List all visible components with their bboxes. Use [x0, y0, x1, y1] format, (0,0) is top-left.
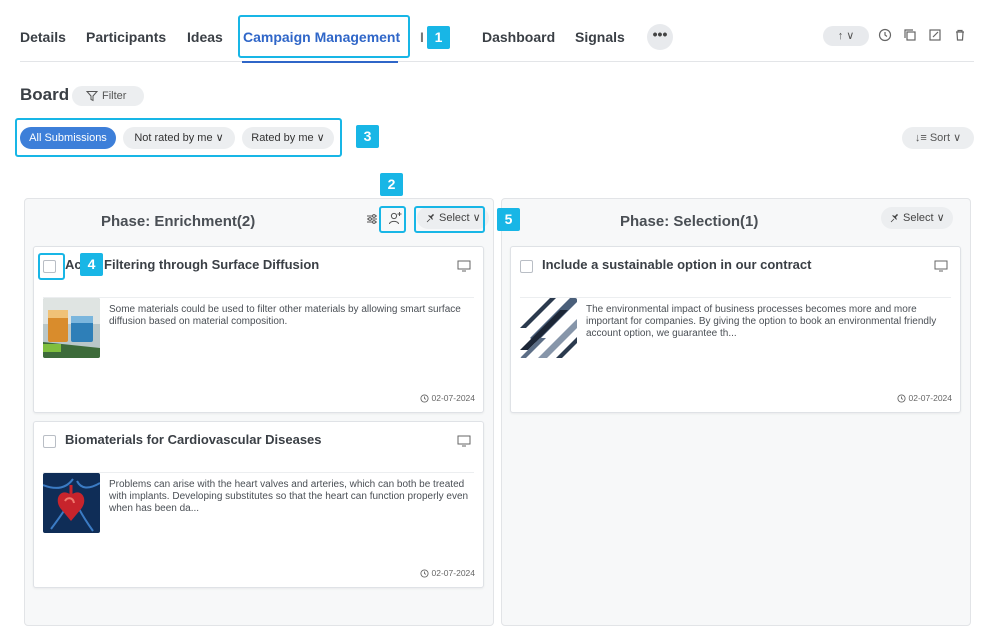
lab-flasks-image	[43, 298, 100, 358]
pin-icon	[890, 213, 899, 223]
card-divider	[43, 297, 474, 298]
annotation-badge-2: 2	[380, 173, 403, 196]
card-date-text: 02-07-2024	[431, 568, 475, 578]
clock-icon	[419, 394, 429, 403]
card-title[interactable]: Biomaterials for Cardiovascular Diseases	[65, 432, 322, 447]
highlight-box-4	[38, 253, 65, 280]
export-button[interactable]: ↑ ∨	[823, 26, 869, 46]
filter-label: Filter	[102, 90, 127, 102]
sort-button[interactable]: ↓≡ Sort ∨	[902, 127, 974, 149]
annotation-badge-4: 4	[80, 253, 103, 276]
column-title: Phase: Enrichment(2)	[101, 213, 256, 230]
highlight-box-1	[238, 15, 410, 58]
heart-image	[43, 473, 100, 533]
card-checkbox[interactable]	[43, 435, 56, 448]
card-title[interactable]: Include a sustainable option in our cont…	[542, 257, 811, 272]
select-button-selection[interactable]: Select ∨	[881, 207, 953, 229]
card-title[interactable]: Ac ed Filtering through Surface Diffusio…	[65, 257, 319, 272]
card-description: The environmental impact of business pro…	[586, 304, 937, 339]
column-title: Phase: Selection(1)	[620, 213, 759, 230]
top-tab-bar: Details Participants Ideas Campaign Mana…	[20, 18, 974, 63]
submission-card[interactable]: Include a sustainable option in our cont…	[510, 246, 961, 413]
presentation-icon[interactable]	[457, 435, 471, 447]
clock-icon	[419, 569, 429, 578]
card-date: 02-07-2024	[419, 393, 475, 403]
card-date: 02-07-2024	[896, 393, 952, 403]
card-divider	[43, 472, 474, 473]
card-date-text: 02-07-2024	[431, 393, 475, 403]
card-date-text: 02-07-2024	[908, 393, 952, 403]
edit-icon[interactable]	[927, 27, 943, 43]
filter-icon	[86, 91, 98, 102]
tab-signals[interactable]: Signals	[575, 29, 625, 45]
card-description: Problems can arise with the heart valves…	[109, 479, 469, 514]
tab-details[interactable]: Details	[20, 29, 66, 45]
card-date: 02-07-2024	[419, 568, 475, 578]
card-description: Some materials could be used to filter o…	[109, 304, 461, 327]
annotation-badge-1: 1	[427, 26, 450, 49]
delete-icon[interactable]	[952, 27, 968, 43]
card-divider	[520, 297, 951, 298]
copy-icon[interactable]	[902, 27, 918, 43]
annotation-badge-3: 3	[356, 125, 379, 148]
active-tab-indicator	[242, 61, 398, 63]
select-label: Select ∨	[903, 212, 945, 224]
tab-dashboard[interactable]: Dashboard	[482, 29, 555, 45]
highlight-box-3	[15, 118, 342, 157]
highlight-box-2	[379, 206, 406, 233]
annotation-badge-5: 5	[497, 208, 520, 231]
tab-hidden[interactable]: I	[420, 29, 424, 45]
submission-card[interactable]: Biomaterials for Cardiovascular Diseases…	[33, 421, 484, 588]
tab-participants[interactable]: Participants	[86, 29, 166, 45]
presentation-icon[interactable]	[934, 260, 948, 272]
highlight-box-5	[414, 206, 485, 233]
board-title: Board	[20, 85, 70, 104]
settings-sliders-icon[interactable]	[365, 212, 379, 226]
filter-button[interactable]: Filter	[72, 86, 144, 106]
tab-ideas[interactable]: Ideas	[187, 29, 223, 45]
clock-icon	[896, 394, 906, 403]
abstract-stripes-image	[520, 298, 577, 358]
more-tabs-button[interactable]: •••	[647, 24, 673, 50]
history-icon[interactable]	[877, 27, 893, 43]
card-checkbox[interactable]	[520, 260, 533, 273]
presentation-icon[interactable]	[457, 260, 471, 272]
phase-column-selection: Phase: Selection(1) Select ∨ Include a s…	[501, 198, 971, 626]
